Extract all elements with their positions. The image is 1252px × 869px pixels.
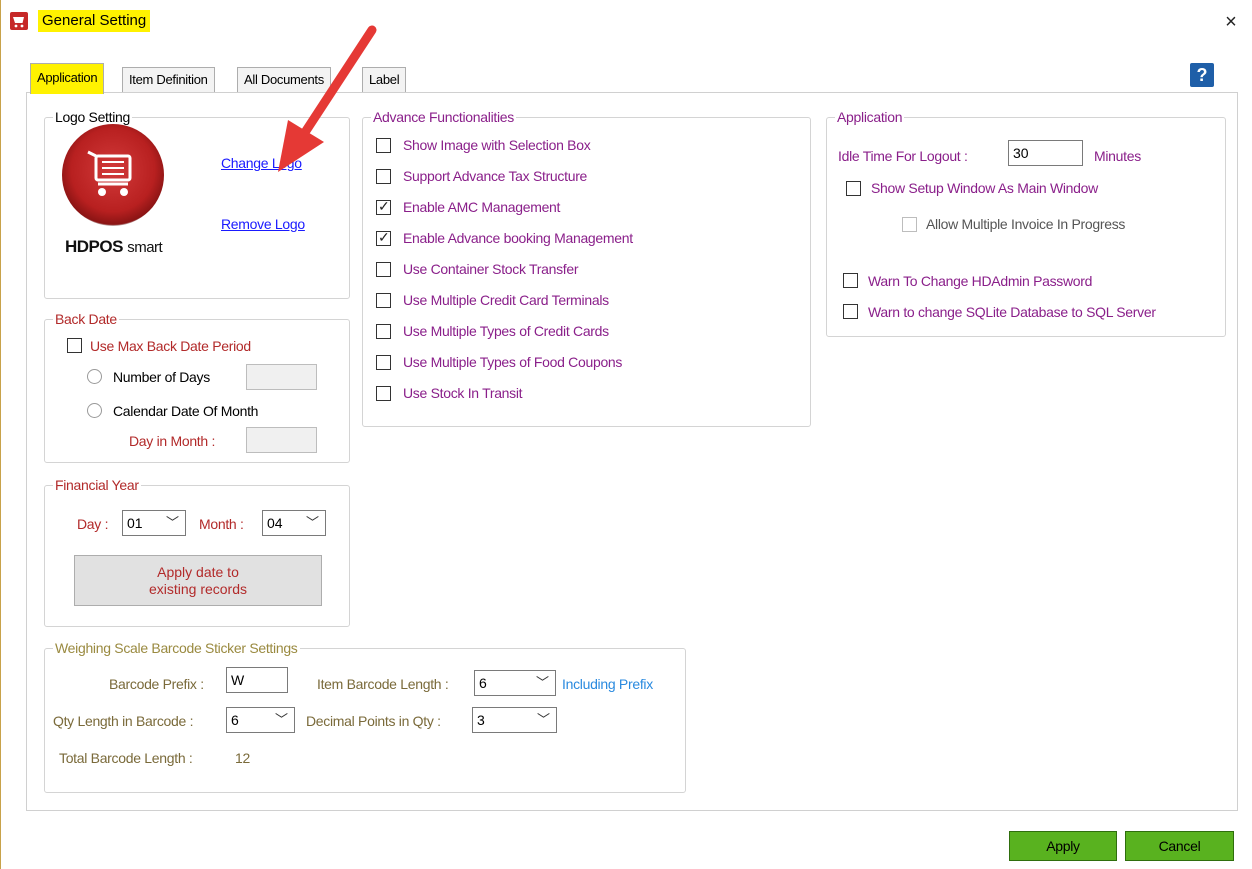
checkmark-icon: ✓ xyxy=(378,198,390,214)
advance-option-label: Use Multiple Types of Food Coupons xyxy=(403,354,623,370)
day-in-month-input[interactable] xyxy=(246,427,317,453)
idle-time-label: Idle Time For Logout : xyxy=(838,148,968,164)
logo-wordmark: HDPOS smart xyxy=(65,237,163,256)
advance-option-checkbox[interactable] xyxy=(376,262,391,277)
item-barcode-length-label: Item Barcode Length : xyxy=(317,676,449,692)
window-title: General Setting xyxy=(38,10,151,32)
window-border xyxy=(0,0,1,869)
fy-day-label: Day : xyxy=(77,516,109,532)
allow-multiple-invoice-label: Allow Multiple Invoice In Progress xyxy=(926,216,1126,232)
qty-length-select[interactable]: 6 ﹀ xyxy=(226,707,295,733)
show-setup-window-label: Show Setup Window As Main Window xyxy=(871,180,1098,196)
decimal-points-label: Decimal Points in Qty : xyxy=(306,713,441,729)
advance-option-label: Use Stock In Transit xyxy=(403,385,523,401)
minutes-label: Minutes xyxy=(1094,148,1141,164)
advance-option-checkbox[interactable] xyxy=(376,386,391,401)
chevron-down-icon: ﹀ xyxy=(274,712,288,727)
number-of-days-input[interactable] xyxy=(246,364,317,390)
advance-functionalities-legend: Advance Functionalities xyxy=(371,109,516,125)
day-in-month-label: Day in Month : xyxy=(129,433,216,449)
annotation-arrow-icon xyxy=(278,25,377,172)
cancel-button[interactable]: Cancel xyxy=(1125,831,1234,861)
apply-date-existing-button[interactable]: Apply date to existing records xyxy=(74,555,322,606)
fy-month-select[interactable]: 04 ﹀ xyxy=(262,510,326,536)
total-barcode-length-value: 12 xyxy=(235,750,250,766)
application-settings-legend: Application xyxy=(835,109,905,125)
qty-length-label: Qty Length in Barcode : xyxy=(53,713,194,729)
chevron-down-icon: ﹀ xyxy=(305,515,319,530)
advance-option-label: Show Image with Selection Box xyxy=(403,137,591,153)
advance-option-label: Support Advance Tax Structure xyxy=(403,168,588,184)
chevron-down-icon: ﹀ xyxy=(536,712,550,727)
fy-month-label: Month : xyxy=(199,516,244,532)
number-of-days-radio[interactable] xyxy=(87,369,102,384)
decimal-points-select[interactable]: 3 ﹀ xyxy=(472,707,557,733)
remove-logo-link[interactable]: Remove Logo xyxy=(221,216,305,232)
weighing-scale-legend: Weighing Scale Barcode Sticker Settings xyxy=(53,640,300,656)
advance-option-label: Enable AMC Management xyxy=(403,199,561,215)
warn-sqlite-label: Warn to change SQLite Database to SQL Se… xyxy=(868,304,1156,320)
advance-option-checkbox[interactable]: ✓ xyxy=(376,229,391,246)
item-barcode-length-select[interactable]: 6 ﹀ xyxy=(474,670,556,696)
hdpos-logo-image xyxy=(62,124,164,226)
use-max-back-date-checkbox[interactable] xyxy=(67,338,82,353)
warn-sqlite-checkbox[interactable] xyxy=(843,304,858,319)
advance-option-label: Use Container Stock Transfer xyxy=(403,261,579,277)
fy-day-select[interactable]: 01 ﹀ xyxy=(122,510,186,536)
barcode-prefix-label: Barcode Prefix : xyxy=(109,676,204,692)
calendar-date-label: Calendar Date Of Month xyxy=(113,403,259,419)
advance-option-label: Use Multiple Credit Card Terminals xyxy=(403,292,609,308)
calendar-date-radio[interactable] xyxy=(87,403,102,418)
checkmark-icon: ✓ xyxy=(378,229,390,245)
advance-option-checkbox[interactable] xyxy=(376,324,391,339)
title-bar: General Setting × xyxy=(0,0,1252,40)
cart-app-icon xyxy=(10,12,28,30)
allow-multiple-invoice-checkbox[interactable] xyxy=(902,217,917,232)
close-icon[interactable]: × xyxy=(1221,12,1241,32)
advance-option-label: Enable Advance booking Management xyxy=(403,230,633,246)
logo-setting-legend: Logo Setting xyxy=(53,109,133,125)
chevron-down-icon: ﹀ xyxy=(535,675,549,690)
advance-option-label: Use Multiple Types of Credit Cards xyxy=(403,323,609,339)
tab-application[interactable]: Application xyxy=(30,63,105,94)
apply-button[interactable]: Apply xyxy=(1009,831,1117,861)
warn-admin-password-checkbox[interactable] xyxy=(843,273,858,288)
advance-option-checkbox[interactable] xyxy=(376,355,391,370)
warn-admin-password-label: Warn To Change HDAdmin Password xyxy=(868,273,1093,289)
help-icon[interactable]: ? xyxy=(1190,63,1214,87)
advance-option-checkbox[interactable]: ✓ xyxy=(376,198,391,215)
including-prefix-label: Including Prefix xyxy=(562,676,653,692)
use-max-back-date-label: Use Max Back Date Period xyxy=(90,338,251,354)
back-date-legend: Back Date xyxy=(53,311,119,327)
advance-option-checkbox[interactable] xyxy=(376,293,391,308)
number-of-days-label: Number of Days xyxy=(113,369,210,385)
show-setup-window-checkbox[interactable] xyxy=(846,181,861,196)
chevron-down-icon: ﹀ xyxy=(165,515,179,530)
barcode-prefix-input[interactable]: W xyxy=(226,667,288,693)
financial-year-legend: Financial Year xyxy=(53,477,141,493)
idle-time-input[interactable]: 30 xyxy=(1008,140,1083,166)
tab-item-definition[interactable]: Item Definition xyxy=(122,67,215,92)
total-barcode-length-label: Total Barcode Length : xyxy=(59,750,193,766)
